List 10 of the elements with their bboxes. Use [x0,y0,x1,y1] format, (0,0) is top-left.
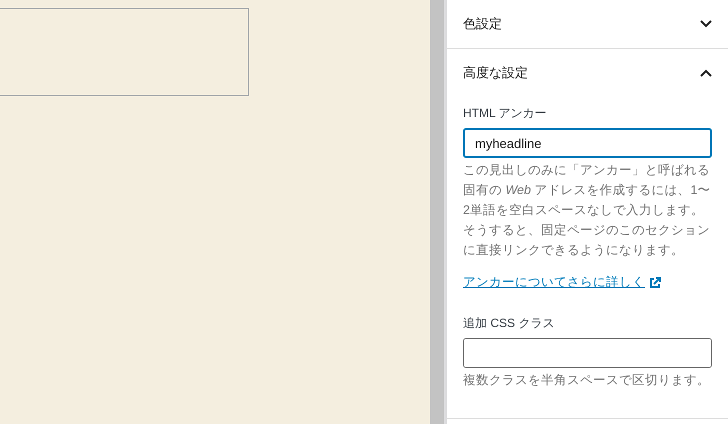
learn-more-link[interactable]: アンカーについてさらに詳しく [463,274,661,291]
chevron-down-icon [700,20,712,28]
help-text: 複数クラスを半角スペースで区切ります。 [463,372,711,389]
text-field[interactable]: myheadline [463,128,712,158]
field-label: 追加 CSS クラス [463,315,556,332]
external-link-icon [649,276,661,288]
field-label: HTML アンカー [463,105,548,122]
chevron-up-icon [700,69,712,77]
text-field[interactable] [463,338,712,368]
help-text: この見出しのみに「アンカー」と呼ばれる固有の Web アドレスを作成するには、1〜2単語を空白スペースなしで入力します。そうすると、固定ページのこのセクションに直接リンクできるようになります。 [463,162,712,259]
